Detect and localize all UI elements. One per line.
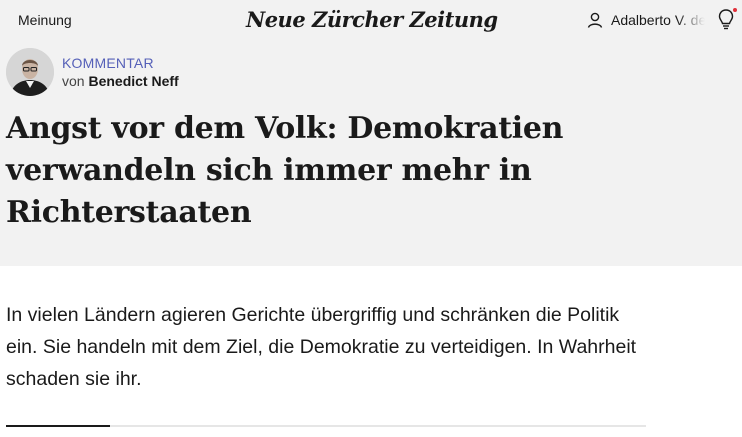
nzz-logo[interactable]: Neue Zürcher Zeitung (246, 7, 498, 32)
user-name[interactable]: Adalberto V. de (611, 12, 705, 28)
divider-accent (6, 425, 110, 427)
notifications-bulb-icon[interactable] (716, 7, 738, 31)
article-lead: In vielen Ländern agieren Gerichte überg… (6, 304, 637, 390)
author-avatar[interactable] (6, 48, 54, 96)
article-kicker: KOMMENTAR (62, 55, 154, 71)
section-link-meinung[interactable]: Meinung (18, 12, 72, 28)
author-portrait-icon (6, 48, 54, 96)
notification-dot (733, 8, 737, 12)
user-icon (587, 12, 603, 28)
article-byline: von Benedict Neff (62, 73, 179, 89)
byline-prefix: von (62, 73, 85, 89)
site-header: Meinung Neue Zürcher Zeitung Adalberto V… (0, 0, 742, 42)
author-name[interactable]: Benedict Neff (88, 73, 178, 89)
article-title: Angst vor dem Volk: Demokratien verwande… (6, 111, 564, 230)
user-account[interactable]: Adalberto V. de (586, 10, 705, 30)
